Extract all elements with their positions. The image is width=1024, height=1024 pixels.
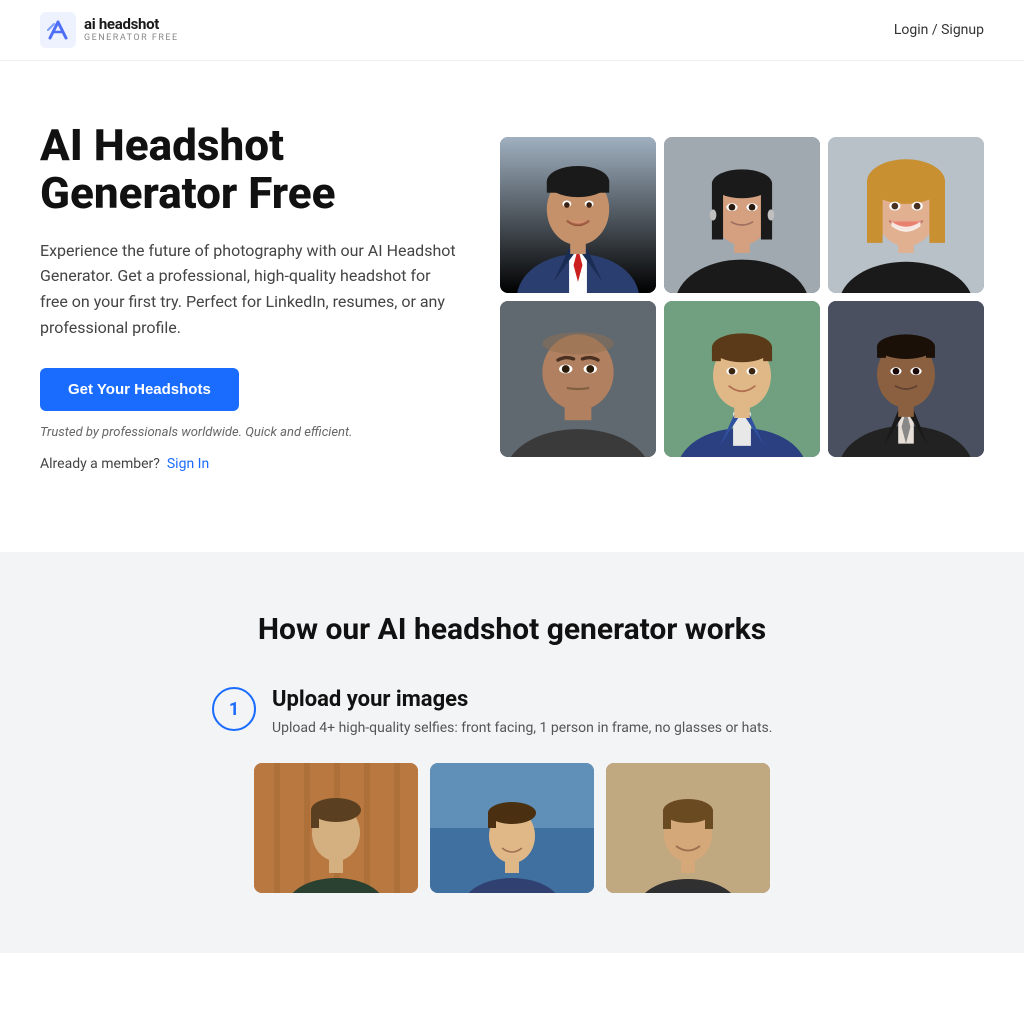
step-1-description: Upload 4+ high-quality selfies: front fa…: [272, 718, 772, 739]
trusted-text: Trusted by professionals worldwide. Quic…: [40, 425, 460, 440]
sample-image-3: [606, 763, 770, 893]
how-section: How our AI headshot generator works 1 Up…: [0, 552, 1024, 953]
logo: ai headshot GENERATOR FREE: [40, 12, 179, 48]
headshot-photo-5: [664, 301, 820, 457]
headshot-photo-3: [828, 137, 984, 293]
site-header: ai headshot GENERATOR FREE Login / Signu…: [0, 0, 1024, 61]
step-1-number: 1: [212, 687, 256, 731]
sample-images: [40, 763, 984, 893]
headshot-photo-2: [664, 137, 820, 293]
logo-tagline: GENERATOR FREE: [84, 34, 179, 43]
hero-description: Experience the future of photography wit…: [40, 238, 460, 340]
sample-image-1: [254, 763, 418, 893]
login-signup-link[interactable]: Login / Signup: [894, 22, 984, 38]
headshot-photo-6: [828, 301, 984, 457]
logo-brand-name: ai headshot: [84, 17, 179, 32]
sign-in-link[interactable]: Sign In: [167, 456, 209, 472]
sample-image-2: [430, 763, 594, 893]
hero-section: AI Headshot Generator Free Experience th…: [0, 61, 1024, 552]
step-1: 1 Upload your images Upload 4+ high-qual…: [212, 687, 812, 739]
logo-text: ai headshot GENERATOR FREE: [84, 17, 179, 43]
how-title: How our AI headshot generator works: [40, 612, 984, 647]
member-text: Already a member? Sign In: [40, 456, 460, 472]
get-headshots-button[interactable]: Get Your Headshots: [40, 368, 239, 411]
photo-grid: [500, 137, 984, 457]
hero-left-content: AI Headshot Generator Free Experience th…: [40, 121, 460, 472]
hero-title: AI Headshot Generator Free: [40, 121, 460, 218]
step-1-heading: Upload your images: [272, 687, 772, 712]
step-1-content: Upload your images Upload 4+ high-qualit…: [272, 687, 772, 739]
logo-icon: [40, 12, 76, 48]
headshot-photo-1: [500, 137, 656, 293]
headshot-photo-4: [500, 301, 656, 457]
